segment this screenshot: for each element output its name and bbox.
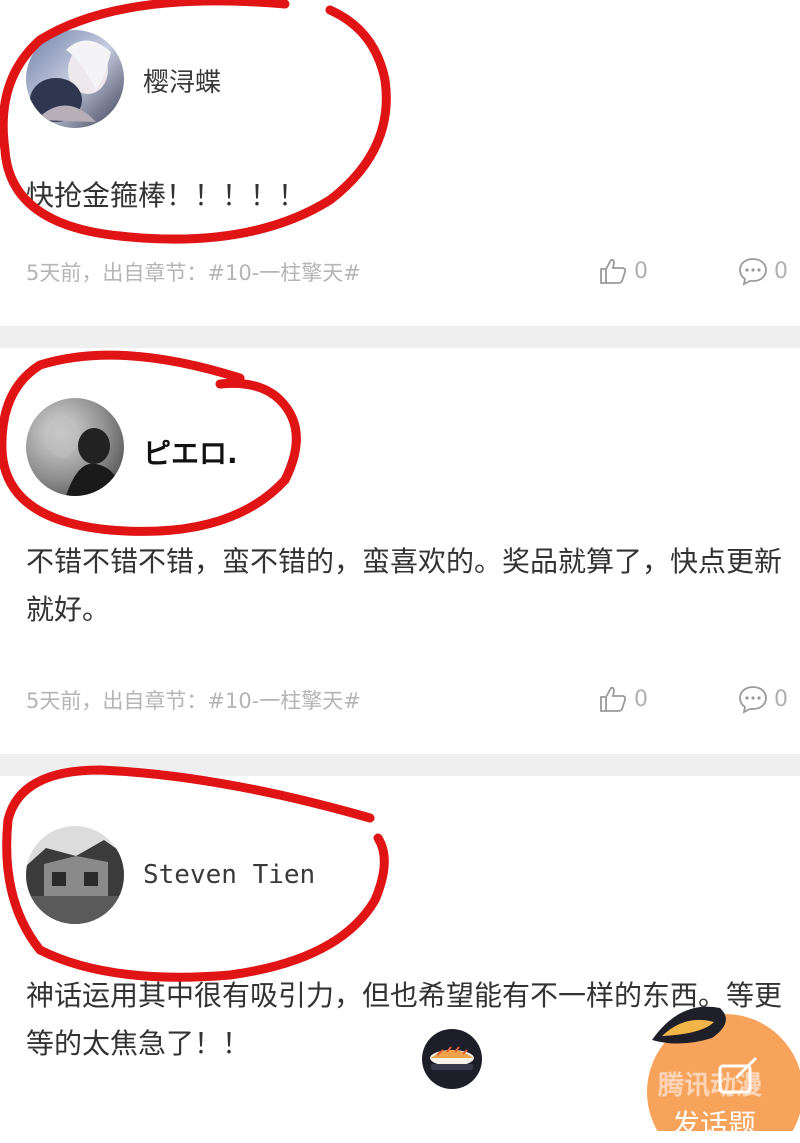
like-count: 0	[634, 686, 648, 712]
comment-text: 快抢金箍棒！！！！！	[26, 179, 307, 212]
reply-button[interactable]: 0	[738, 254, 788, 288]
username[interactable]: 樱浔蝶	[143, 62, 221, 99]
divider	[0, 754, 800, 776]
comment-card: 樱浔蝶 快抢金箍棒！！！！！ 5天前，出自章节：#10-一柱擎天# 0 0	[0, 0, 800, 326]
comment-meta[interactable]: 5天前，出自章节：#10-一柱擎天#	[26, 257, 361, 287]
comment-bubble-icon	[738, 256, 768, 286]
avatar[interactable]	[26, 30, 124, 128]
comment-bubble-icon	[738, 684, 768, 714]
username[interactable]: Steven Tien	[143, 860, 315, 890]
thumb-up-icon	[598, 684, 628, 714]
sushi-sticker-icon	[421, 1028, 483, 1090]
like-button[interactable]: 0	[598, 682, 648, 716]
divider	[0, 326, 800, 348]
like-button[interactable]: 0	[598, 254, 648, 288]
comment-meta[interactable]: 5天前，出自章节：#10-一柱擎天#	[26, 685, 361, 715]
post-topic-label: 发话题	[672, 1108, 757, 1141]
thumb-up-icon	[598, 256, 628, 286]
reply-button[interactable]: 0	[738, 682, 788, 716]
username[interactable]: ピエロ.	[143, 432, 238, 472]
like-count: 0	[634, 258, 648, 284]
comment-text: 不错不错不错，蛮不错的，蛮喜欢的。奖品就算了，快点更新就好。	[26, 545, 783, 626]
avatar[interactable]	[26, 398, 124, 496]
comment-card: ピエロ. 不错不错不错，蛮不错的，蛮喜欢的。奖品就算了，快点更新就好。 5天前，…	[0, 348, 800, 754]
watermark-text: 腾讯动漫	[658, 1071, 762, 1101]
reply-count: 0	[774, 258, 788, 284]
avatar[interactable]	[26, 826, 124, 924]
reply-count: 0	[774, 686, 788, 712]
